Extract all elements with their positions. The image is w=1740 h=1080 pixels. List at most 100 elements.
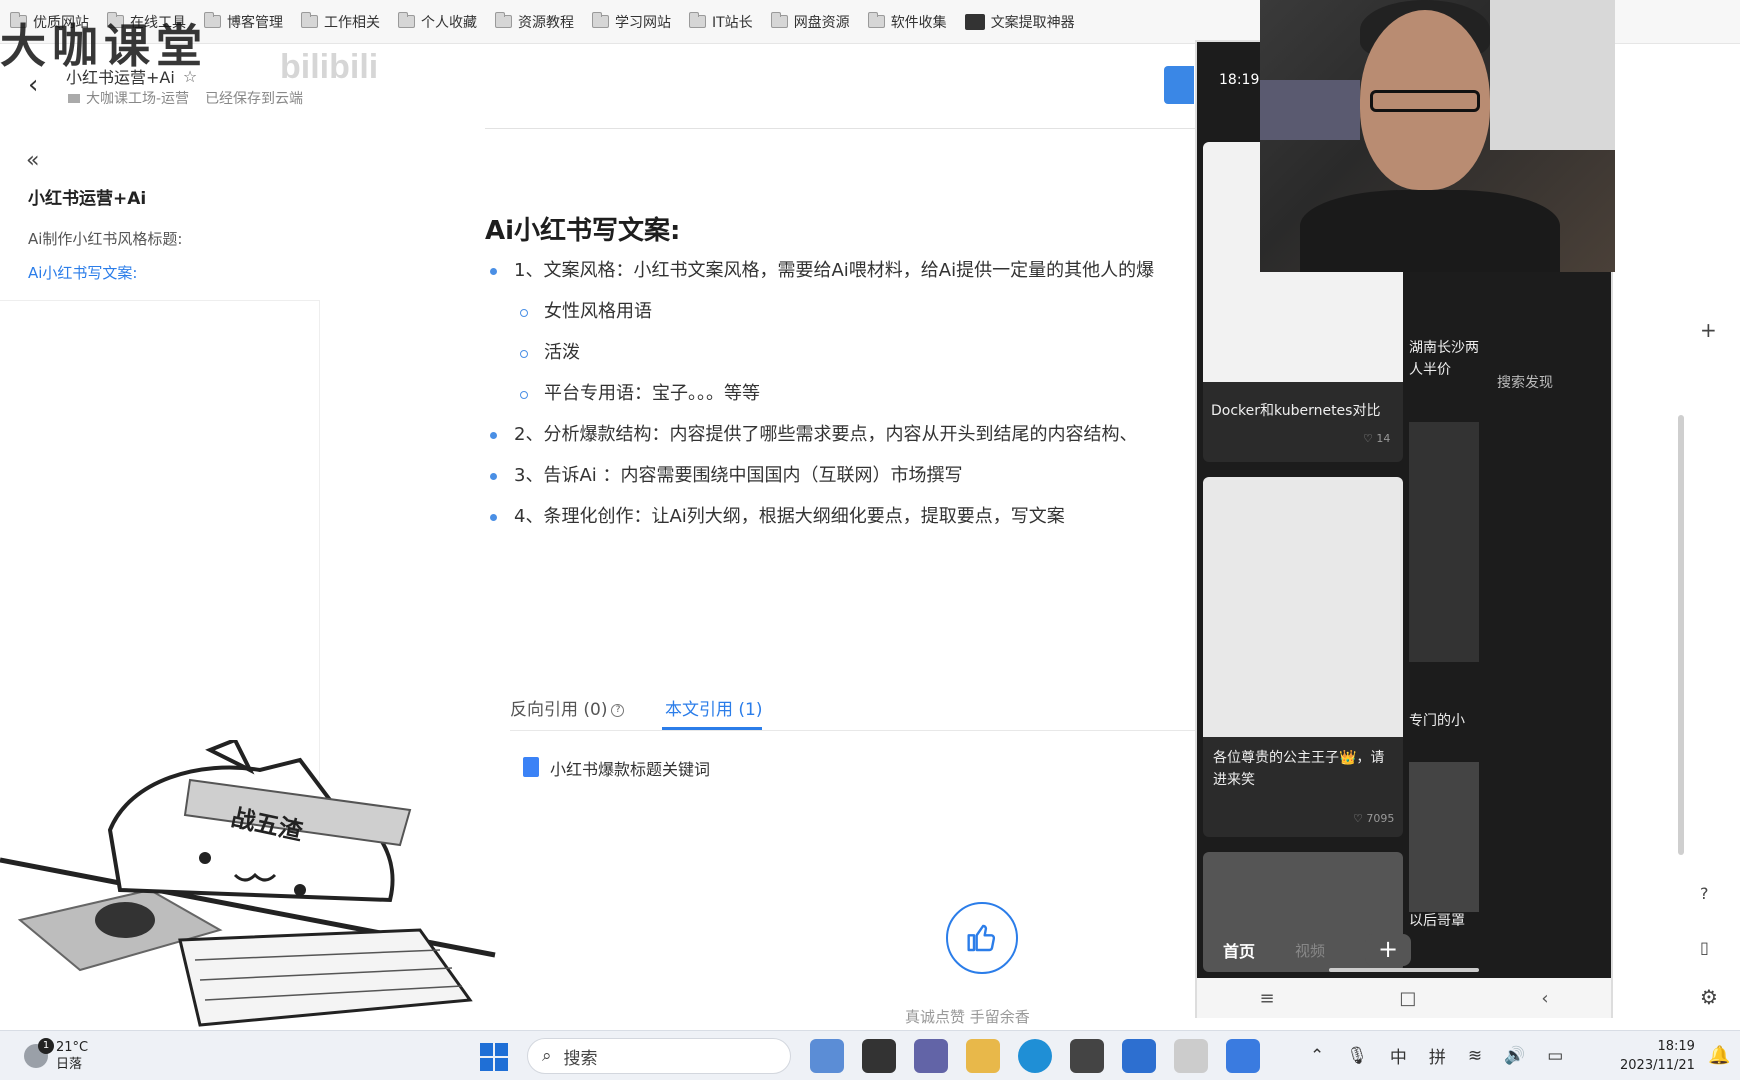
android-nav-bar: ≡ □ ‹ bbox=[1197, 978, 1611, 1018]
bookmark-5[interactable]: 资源教程 bbox=[495, 12, 574, 32]
taskbar-apps bbox=[810, 1039, 1260, 1073]
bookmark-6[interactable]: 学习网站 bbox=[592, 12, 671, 32]
folder-icon bbox=[592, 12, 609, 28]
sidebar-title: 小红书运营+Ai bbox=[28, 189, 147, 209]
cloud-icon: 1 bbox=[24, 1038, 54, 1068]
help-icon[interactable]: ? bbox=[611, 703, 625, 717]
weather-widget[interactable]: 1 21°C 日落 bbox=[24, 1038, 89, 1073]
back-arrow-icon[interactable]: ‹ bbox=[28, 70, 38, 100]
doc-subtitle: 大咖课工场-运营 已经保存到云端 bbox=[68, 88, 303, 108]
chevron-up-icon[interactable]: ⌃ bbox=[1310, 1046, 1324, 1066]
workspace-crumb[interactable]: 大咖课工场-运营 bbox=[68, 88, 189, 108]
feed-column-right: 湖南长沙两人半价 专门的小 以后哥罩 bbox=[1409, 292, 1479, 972]
bullet-icon bbox=[490, 473, 497, 480]
app-icon[interactable] bbox=[1174, 1039, 1208, 1073]
temperature: 21°C bbox=[56, 1040, 89, 1055]
app-logo-icon bbox=[964, 13, 985, 30]
content-list: 1、文案风格：小红书文案风格，需要给Ai喂材料，给Ai提供一定量的其他人的爆 女… bbox=[480, 240, 1200, 560]
thumbs-up-icon bbox=[967, 924, 996, 952]
sub-bullet-icon bbox=[520, 391, 528, 399]
webcam-overlay bbox=[1260, 0, 1615, 272]
cat-typing-decoration: 战五渣 bbox=[0, 740, 500, 1030]
reference-link[interactable]: 小红书爆款标题关键词 bbox=[550, 756, 710, 780]
windows-taskbar: 1 21°C 日落 ⌕ 搜索 ⌃ 🎙 中 拼 ≋ 🔊 ▭ 18:19 2023/11… bbox=[0, 1030, 1740, 1080]
add-icon[interactable]: + bbox=[1700, 318, 1717, 342]
nav-video[interactable]: 视频 bbox=[1295, 940, 1325, 961]
nav-post-button[interactable]: + bbox=[1365, 934, 1412, 966]
weather-status: 日落 bbox=[56, 1057, 83, 1072]
nav-home[interactable]: 首页 bbox=[1223, 938, 1255, 962]
file-explorer-icon[interactable] bbox=[966, 1039, 1000, 1073]
bookmark-9[interactable]: 软件收集 bbox=[867, 12, 947, 32]
tab-backlinks[interactable]: 反向引用 (0)? bbox=[510, 695, 625, 720]
home-indicator bbox=[1329, 968, 1479, 972]
folder-icon bbox=[301, 12, 318, 28]
bookmark-2[interactable]: 博客管理 bbox=[204, 12, 283, 32]
settings-gear-icon[interactable]: ⚙ bbox=[1700, 985, 1718, 1009]
back-chevron-icon[interactable]: ‹ bbox=[1541, 988, 1548, 1009]
glasses-icon bbox=[1370, 90, 1480, 112]
bullet-icon bbox=[490, 514, 497, 521]
scrollbar[interactable] bbox=[1678, 415, 1684, 855]
folder-icon bbox=[68, 94, 80, 103]
mic-icon[interactable]: 🎙 bbox=[1346, 1046, 1368, 1066]
sidebar-item-copywriting[interactable]: Ai小红书写文案: bbox=[28, 262, 137, 283]
panel-icon[interactable]: ▯ bbox=[1700, 938, 1709, 957]
card-title: 各位尊贵的公主王子👑，请进来笑 bbox=[1213, 750, 1385, 788]
sidebar-item-title-gen[interactable]: Ai制作小红书风格标题: bbox=[28, 228, 182, 249]
taskbar-search[interactable]: ⌕ 搜索 bbox=[527, 1038, 791, 1074]
share-button[interactable] bbox=[1164, 66, 1194, 104]
bookmark-8[interactable]: 网盘资源 bbox=[770, 12, 850, 32]
feed-card-2[interactable]: 各位尊贵的公主王子👑，请进来笑 ♡ 7095 bbox=[1203, 477, 1403, 837]
card-title: Docker和kubernetes对比 bbox=[1211, 403, 1381, 419]
bookmark-7[interactable]: IT站长 bbox=[689, 12, 753, 32]
list-item: 2、分析爆款结构：内容提供了哪些需求要点，内容从开头到结尾的内容结构、 bbox=[514, 424, 1138, 445]
folder-icon bbox=[770, 12, 788, 28]
sub-bullet-icon bbox=[520, 309, 528, 317]
card-thumbnail bbox=[1409, 422, 1479, 662]
system-tray: ⌃ 🎙 中 拼 ≋ 🔊 ▭ bbox=[1310, 1043, 1563, 1069]
folder-icon bbox=[398, 12, 415, 28]
app-icon[interactable] bbox=[810, 1039, 844, 1073]
search-icon: ⌕ bbox=[542, 1046, 552, 1066]
folder-icon bbox=[867, 12, 885, 28]
bullet-icon bbox=[490, 432, 497, 439]
search-discover-label[interactable]: 搜索发现 bbox=[1497, 372, 1553, 392]
taskbar-clock[interactable]: 18:19 2023/11/21 bbox=[1620, 1037, 1695, 1075]
battery-icon[interactable]: ▭ bbox=[1547, 1046, 1563, 1066]
bilibili-watermark: bilibili bbox=[280, 48, 379, 86]
save-status: 已经保存到云端 bbox=[205, 91, 304, 107]
card-thumbnail bbox=[1409, 762, 1479, 912]
list-item: 4、条理化创作：让Ai列大纲，根据大纲细化要点，提取要点，写文案 bbox=[514, 506, 1065, 527]
notepad-icon[interactable] bbox=[1122, 1039, 1156, 1073]
menu-icon[interactable]: ≡ bbox=[1259, 988, 1274, 1009]
bookmark-10[interactable]: 文案提取神器 bbox=[964, 12, 1075, 32]
collapse-sidebar-icon[interactable]: « bbox=[26, 148, 39, 173]
folder-icon bbox=[689, 12, 706, 28]
sub-bullet-icon bbox=[520, 350, 528, 358]
edge-icon[interactable] bbox=[1018, 1039, 1052, 1073]
volume-icon[interactable]: 🔊 bbox=[1504, 1046, 1525, 1066]
card-thumbnail bbox=[1203, 477, 1403, 737]
list-subitem: 活泼 bbox=[544, 342, 580, 363]
notification-bell-icon[interactable]: 🔔 bbox=[1708, 1045, 1730, 1066]
document-icon bbox=[523, 757, 539, 777]
teams-icon[interactable] bbox=[914, 1039, 948, 1073]
home-square-icon[interactable]: □ bbox=[1399, 988, 1416, 1009]
phone-link-icon[interactable] bbox=[1226, 1039, 1260, 1073]
wifi-icon[interactable]: ≋ bbox=[1468, 1046, 1482, 1066]
question-icon[interactable]: ? bbox=[1700, 884, 1709, 903]
tab-references[interactable]: 本文引用 (1) bbox=[665, 695, 762, 720]
ime-chinese[interactable]: 中 bbox=[1390, 1043, 1407, 1068]
windows-start-icon[interactable] bbox=[480, 1043, 508, 1071]
like-button[interactable] bbox=[946, 902, 1018, 974]
bookmark-4[interactable]: 个人收藏 bbox=[398, 12, 477, 32]
card-title: 湖南长沙两人半价 bbox=[1409, 340, 1479, 378]
ime-pinyin[interactable]: 拼 bbox=[1429, 1043, 1446, 1068]
app-icon[interactable] bbox=[862, 1039, 896, 1073]
divider bbox=[485, 128, 1195, 129]
star-icon[interactable]: ☆ bbox=[183, 67, 197, 86]
list-subitem: 平台专用语：宝子。。。等等 bbox=[544, 383, 760, 404]
bookmark-3[interactable]: 工作相关 bbox=[301, 12, 380, 32]
app-icon[interactable] bbox=[1070, 1039, 1104, 1073]
